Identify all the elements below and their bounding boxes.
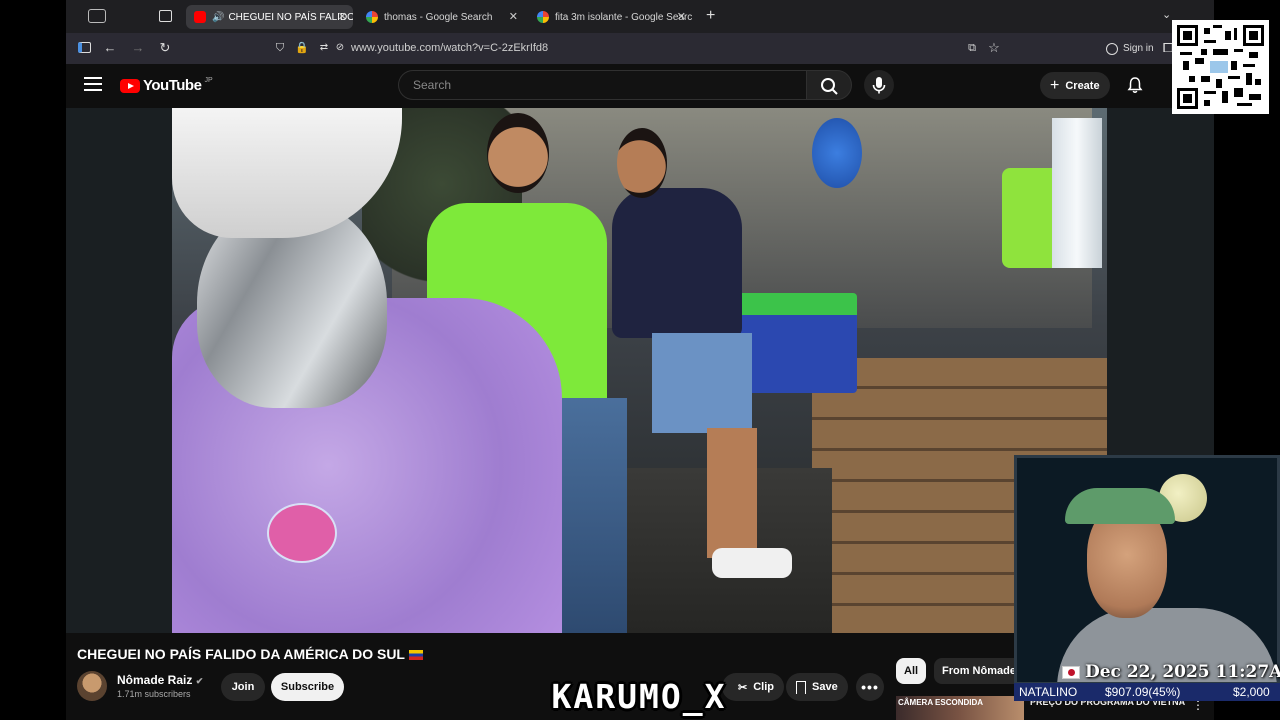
cooler-box (737, 293, 857, 393)
legs (707, 428, 757, 558)
autoplay-blocked-icon[interactable]: ⊘ (332, 40, 348, 56)
tab-youtube[interactable]: 🔊 CHEGUEI NO PAÍS FALIDO D ✕ (186, 5, 353, 29)
youtube-play-icon (120, 78, 140, 93)
date-text: Dec 22, 2025 11:27AM (1085, 662, 1280, 682)
channel-avatar[interactable] (77, 671, 107, 701)
save-button[interactable]: Save (786, 673, 848, 701)
plastic-cups (1052, 118, 1102, 268)
more-actions-button[interactable]: ••• (856, 673, 884, 701)
thumbnail-text: CÂMERA ESCONDIDA (898, 698, 984, 707)
date-time-display: Dec 22, 2025 11:27AM (1060, 662, 1280, 682)
ticker-value: $907.09(45%) (1105, 685, 1181, 699)
person-head (617, 128, 667, 198)
region-code: JP (204, 77, 213, 84)
tab-bar: 🔊 CHEGUEI NO PAÍS FALIDO D ✕ thomas - Go… (66, 0, 1214, 33)
verified-check-icon: ✔ (195, 676, 204, 686)
speaker-icon[interactable]: 🔊 (212, 12, 224, 23)
close-icon[interactable]: ✕ (677, 10, 686, 23)
logo-text: YouTube (143, 77, 202, 94)
youtube-logo[interactable]: YouTube JP (120, 77, 213, 94)
search-icon (821, 78, 838, 95)
chip-from-channel[interactable]: From Nômade (934, 658, 1024, 684)
recommended-thumbnail[interactable]: CÂMERA ESCONDIDA (896, 696, 1024, 720)
subscriber-count: 1.71m subscribers (117, 689, 191, 699)
create-label: Create (1065, 79, 1100, 92)
sign-in-label: Sign in (1123, 43, 1154, 54)
qr-code (1172, 20, 1269, 114)
youtube-header: YouTube JP Search + Create (66, 64, 1214, 108)
tab-label: thomas - Google Search (384, 11, 493, 23)
streamer-watermark: KARUMO_X (551, 677, 727, 716)
tab-google-fita[interactable]: fita 3m isolante - Google Search ✕ (529, 5, 692, 29)
video-title: CHEGUEI NO PAÍS FALIDO DA AMÉRICA DO SUL (77, 646, 423, 662)
search-button[interactable] (806, 70, 852, 100)
bookmark-icon (796, 680, 806, 694)
google-favicon-icon (537, 11, 549, 23)
youtube-favicon-icon (194, 11, 206, 23)
back-arrow-icon[interactable]: ← (102, 40, 118, 56)
sign-in-button[interactable]: Sign in (1100, 38, 1160, 59)
create-button[interactable]: + Create (1040, 72, 1110, 99)
video-frame[interactable] (172, 108, 1107, 633)
tab-google-thomas[interactable]: thomas - Google Search ✕ (358, 5, 524, 29)
clip-label: Clip (753, 681, 774, 693)
ticker-goal: $2,000 (1233, 685, 1270, 699)
chip-all[interactable]: All (896, 658, 927, 684)
chevron-down-icon[interactable]: ⌄ (1162, 8, 1171, 21)
permissions-icon[interactable]: ⇄ (316, 40, 332, 56)
shield-icon[interactable]: ⛉ (272, 40, 288, 56)
plus-icon: + (1050, 76, 1060, 94)
qr-pattern (1177, 25, 1264, 109)
search-input[interactable]: Search (398, 70, 806, 100)
planet-print (267, 503, 337, 563)
hamburger-menu-icon[interactable] (84, 77, 102, 93)
bookmark-star-icon[interactable]: ☆ (986, 40, 1002, 56)
green-cap (1065, 488, 1175, 524)
denim-shorts (652, 333, 752, 433)
nav-bar: ← → ↻ ⛉ 🔒 ⇄ ⊘ www.youtube.com/watch?v=C-… (66, 33, 1214, 64)
venezuela-flag-icon (408, 650, 423, 661)
channel-name[interactable]: Nômade Raiz ✔ (117, 673, 203, 687)
stitch-balloon (812, 118, 862, 188)
notifications-bell-icon[interactable] (1126, 76, 1144, 94)
account-icon (1106, 42, 1118, 55)
sneakers (712, 548, 792, 578)
save-label: Save (812, 681, 838, 693)
microphone-icon (872, 77, 886, 94)
close-icon[interactable]: ✕ (338, 10, 347, 23)
google-favicon-icon (366, 11, 378, 23)
subscribe-button[interactable]: Subscribe (271, 673, 344, 701)
person-navy-sweater (612, 188, 742, 338)
forward-arrow-icon[interactable]: → (130, 40, 146, 56)
tab-label: fita 3m isolante - Google Search (555, 11, 692, 23)
webcam-overlay (1014, 455, 1280, 685)
translate-icon[interactable]: ⧉ (964, 40, 980, 56)
tab-groups-icon[interactable] (159, 10, 172, 22)
more-horizontal-icon: ••• (861, 679, 879, 695)
video-title-text: CHEGUEI NO PAÍS FALIDO DA AMÉRICA DO SUL (77, 646, 405, 662)
channel-name-text: Nômade Raiz (117, 673, 193, 687)
lock-icon[interactable]: 🔒 (294, 40, 310, 56)
sidebar-toggle-icon[interactable] (88, 9, 106, 23)
address-bar[interactable]: www.youtube.com/watch?v=C-2zEkrIfd8 (351, 42, 548, 54)
voice-search-button[interactable] (864, 70, 894, 100)
donation-ticker: NATALINO $907.09(45%) $2,000 (1014, 683, 1280, 701)
person-head (487, 113, 549, 193)
close-icon[interactable]: ✕ (509, 10, 518, 23)
reload-icon[interactable]: ↻ (157, 40, 173, 56)
tab-label: CHEGUEI NO PAÍS FALIDO D (228, 11, 353, 23)
new-tab-plus-icon[interactable]: + (706, 7, 715, 25)
join-button[interactable]: Join (221, 673, 265, 701)
ticker-name: NATALINO (1019, 685, 1078, 699)
sidebar-icon[interactable] (76, 40, 92, 56)
